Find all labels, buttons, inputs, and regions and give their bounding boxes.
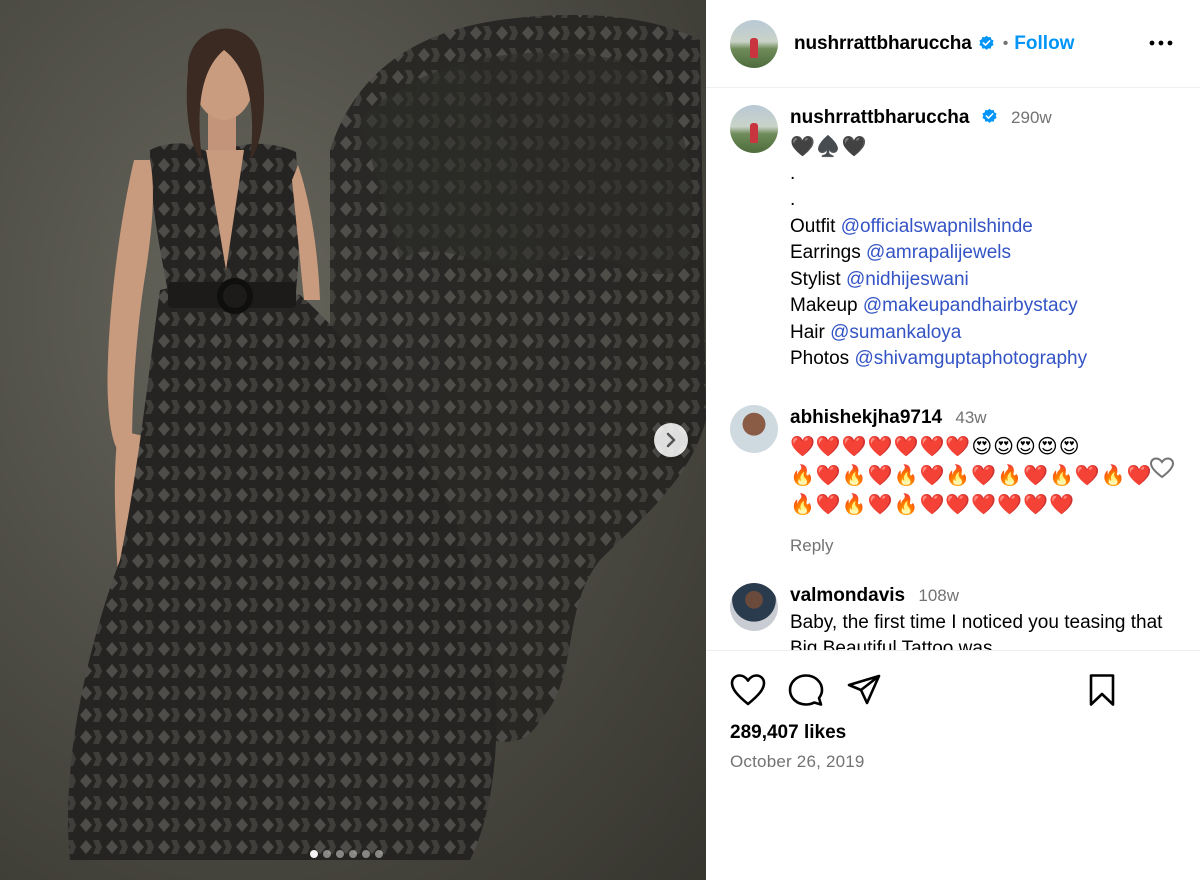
slide-dot: [310, 850, 318, 858]
credit-label: Stylist: [790, 268, 841, 290]
comment-time[interactable]: 43w: [955, 408, 986, 427]
caption-emojis: 🖤♠️🖤: [790, 133, 868, 158]
save-icon[interactable]: [1084, 673, 1120, 707]
mention-link[interactable]: @makeupandhairbystacy: [863, 295, 1078, 316]
comment-emoji-line: 🔥❤️🔥❤️🔥❤️🔥❤️🔥❤️🔥❤️🔥❤️: [790, 462, 1153, 487]
post-date[interactable]: October 26, 2019: [730, 752, 865, 772]
slide-dot: [336, 850, 344, 858]
credit-line: Stylist @nidhijeswani: [790, 267, 1180, 294]
comment-icon[interactable]: [788, 673, 824, 707]
verified-badge-icon: [982, 108, 997, 123]
commenter-avatar[interactable]: [730, 583, 778, 631]
comment-username[interactable]: abhishekjha9714: [790, 407, 942, 428]
comments-section[interactable]: nushrrattbharuccha 290w 🖤♠️🖤 . . Outfit …: [706, 89, 1200, 650]
header-separator: •: [1002, 34, 1009, 52]
comment-like-heart-icon[interactable]: [1150, 457, 1174, 479]
follow-button[interactable]: Follow: [1014, 33, 1074, 55]
heart-icon[interactable]: [730, 673, 766, 707]
author-username[interactable]: nushrrattbharuccha: [794, 33, 972, 55]
comment-emoji-line: 🔥❤️🔥❤️🔥❤️❤️❤️❤️❤️❤️: [790, 491, 1075, 516]
credit-line: Makeup @makeupandhairbystacy: [790, 293, 1180, 320]
slide-dot: [323, 850, 331, 858]
post-panel: nushrrattbharuccha • Follow nushrrattbha…: [706, 0, 1200, 880]
credit-label: Photos: [790, 348, 850, 369]
post-header: nushrrattbharuccha • Follow: [706, 0, 1200, 88]
post-caption: nushrrattbharuccha 290w 🖤♠️🖤 . . Outfit …: [730, 105, 1180, 375]
slide-indicator: [310, 850, 383, 858]
credit-line: Earrings @amrapalijewels: [790, 240, 1180, 267]
caption-username[interactable]: nushrrattbharuccha: [790, 107, 969, 128]
commenter-avatar[interactable]: [730, 405, 778, 453]
mention-link[interactable]: @amrapalijewels: [866, 242, 1011, 263]
comment-emoji-line: ❤️❤️❤️❤️❤️❤️❤️😍😍😍😍😍: [790, 433, 1081, 458]
likes-count[interactable]: 289,407 likes: [730, 722, 846, 744]
comment-username[interactable]: valmondavis: [790, 585, 905, 606]
mention-link[interactable]: @shivamguptaphotography: [854, 348, 1087, 369]
credit-label: Makeup: [790, 295, 858, 316]
caption-dot: .: [790, 162, 796, 184]
chevron-right-icon: [666, 432, 676, 448]
verified-badge-icon: [979, 35, 994, 50]
more-options-icon[interactable]: [1148, 32, 1174, 54]
caption-time[interactable]: 290w: [1011, 108, 1052, 127]
mention-link[interactable]: @officialswapnilshinde: [841, 216, 1033, 237]
credit-line: Outfit @officialswapnilshinde: [790, 214, 1180, 241]
slide-dot: [349, 850, 357, 858]
slide-dot: [375, 850, 383, 858]
post-media[interactable]: [0, 0, 706, 880]
comment-item: valmondavis 108w Baby, the first time I …: [730, 583, 1180, 650]
credit-line: Photos @shivamguptaphotography: [790, 346, 1180, 373]
mention-link[interactable]: @nidhijeswani: [846, 269, 969, 290]
reply-button[interactable]: Reply: [790, 533, 1180, 560]
caption-dot: .: [790, 189, 796, 210]
credit-label: Hair: [790, 321, 825, 343]
credit-label: Outfit: [790, 215, 836, 237]
comment-text: Baby, the first time I noticed you teasi…: [790, 611, 1163, 651]
slide-dot: [362, 850, 370, 858]
caption-avatar[interactable]: [730, 105, 778, 153]
credit-line: Hair @sumankaloya: [790, 320, 1180, 347]
comment-item: abhishekjha9714 43w ❤️❤️❤️❤️❤️❤️❤️😍😍😍😍😍 …: [730, 405, 1180, 565]
post-actions: 289,407 likes October 26, 2019: [706, 650, 1200, 880]
author-avatar[interactable]: [730, 19, 778, 68]
credit-label: Earrings: [790, 242, 861, 263]
share-icon[interactable]: [846, 673, 882, 707]
next-slide-button[interactable]: [654, 423, 688, 457]
caption-credits: Outfit @officialswapnilshinde Earrings @a…: [790, 214, 1180, 373]
comment-time[interactable]: 108w: [918, 586, 959, 605]
mention-link[interactable]: @sumankaloya: [830, 322, 961, 343]
post-photo: [0, 0, 706, 880]
